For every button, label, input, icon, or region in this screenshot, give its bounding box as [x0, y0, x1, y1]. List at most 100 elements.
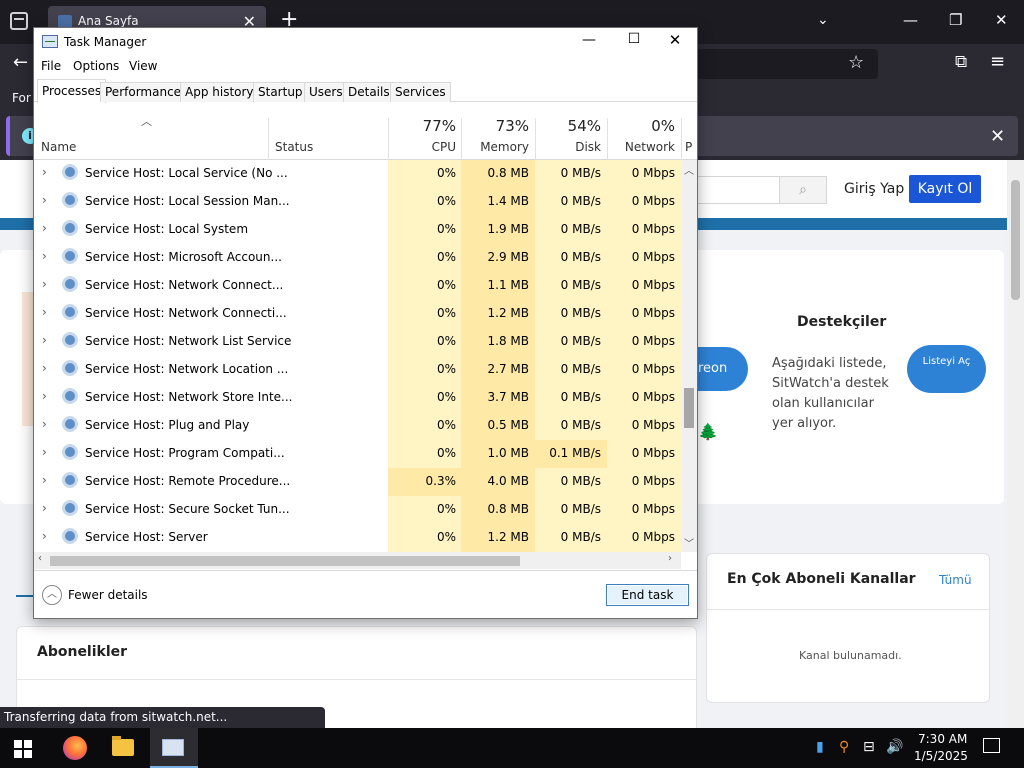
expand-chevron-icon[interactable]: › — [42, 473, 47, 487]
volume-icon[interactable]: 🔊 — [886, 739, 903, 755]
tab-performance[interactable]: Performance — [100, 82, 187, 102]
tray-app-icon[interactable]: ▮ — [816, 739, 824, 755]
process-row[interactable]: › Service Host: Network Connect... 0% 1.1 M… — [34, 272, 681, 300]
task-manager-titlebar[interactable]: Task Manager — ☐ ✕ — [34, 28, 697, 56]
tab-list-icon[interactable] — [10, 12, 28, 30]
page-scrollbar[interactable] — [1007, 160, 1024, 728]
horizontal-scroll-thumb[interactable] — [50, 556, 520, 566]
close-icon[interactable]: ✕ — [660, 31, 690, 49]
process-row[interactable]: › Service Host: Plug and Play 0% 0.5 MB 0 MB… — [34, 412, 681, 440]
process-row[interactable]: › Service Host: Local Service (No ... 0% 0.… — [34, 160, 681, 188]
taskbar-firefox[interactable] — [50, 728, 98, 768]
chevron-down-icon[interactable]: ⌄ — [817, 12, 829, 28]
tab-app-history[interactable]: App history — [180, 82, 259, 102]
process-row[interactable]: › Service Host: Network Location ... 0% 2.7… — [34, 356, 681, 384]
bookmark-star-icon[interactable]: ☆ — [848, 52, 864, 73]
expand-chevron-icon[interactable]: › — [42, 333, 47, 347]
minimize-icon[interactable]: — — [574, 32, 604, 48]
expand-chevron-icon[interactable]: › — [42, 277, 47, 291]
disk-value: 0 MB/s — [560, 166, 601, 180]
memory-value: 4.0 MB — [487, 474, 529, 488]
service-gear-icon — [62, 220, 78, 236]
browser-close-icon[interactable]: ✕ — [995, 11, 1008, 29]
horizontal-scrollbar[interactable]: ‹ › — [34, 552, 681, 569]
process-row[interactable]: › Service Host: Local Session Man... 0% 1.4… — [34, 188, 681, 216]
process-row[interactable]: › Service Host: Server 0% 1.2 MB 0 MB/s 0 Mbp… — [34, 524, 681, 552]
column-separator[interactable] — [268, 118, 269, 160]
process-row[interactable]: › Service Host: Local System 0% 1.9 MB 0 MB/… — [34, 216, 681, 244]
column-separator[interactable] — [681, 118, 682, 160]
end-task-button[interactable]: End task — [606, 584, 689, 606]
login-link[interactable]: Giriş Yap — [844, 181, 904, 197]
expand-chevron-icon[interactable]: › — [42, 305, 47, 319]
notification-close-icon[interactable]: ✕ — [990, 126, 1005, 147]
scroll-down-icon[interactable]: ﹀ — [684, 535, 694, 550]
column-memory[interactable]: Memory — [461, 140, 529, 154]
tab-startup[interactable]: Startup — [253, 82, 308, 102]
menu-view[interactable]: View — [129, 59, 157, 73]
tab-services[interactable]: Services — [390, 82, 451, 102]
process-row[interactable]: › Service Host: Network Connecti... 0% 1.2 … — [34, 300, 681, 328]
tab-processes[interactable]: Processes — [37, 79, 107, 103]
expand-chevron-icon[interactable]: › — [42, 193, 47, 207]
browser-minimize-icon[interactable]: — — [903, 11, 918, 29]
expand-chevron-icon[interactable]: › — [42, 361, 47, 375]
expand-chevron-icon[interactable]: › — [42, 445, 47, 459]
expand-chevron-icon[interactable]: › — [42, 501, 47, 515]
expand-chevron-icon[interactable]: › — [42, 165, 47, 179]
process-row[interactable]: › Service Host: Microsoft Accoun... 0% 2.9 … — [34, 244, 681, 272]
expand-chevron-icon[interactable]: › — [42, 249, 47, 263]
column-name[interactable]: Name — [41, 140, 76, 154]
taskbar-task-manager[interactable] — [150, 728, 198, 768]
chevron-up-icon[interactable]: ︿ — [42, 585, 62, 605]
column-cpu[interactable]: CPU — [388, 140, 456, 154]
bookmark-item[interactable]: For — [12, 91, 31, 105]
process-row[interactable]: › Service Host: Network List Service 0% 1.8… — [34, 328, 681, 356]
open-list-button[interactable]: Listeyi Aç — [907, 345, 986, 393]
tab-users[interactable]: Users — [304, 82, 348, 102]
memory-value: 1.1 MB — [487, 278, 529, 292]
menu-options[interactable]: Options — [73, 59, 119, 73]
process-row[interactable]: › Service Host: Remote Procedure... 0.3% 4.… — [34, 468, 681, 496]
network-value: 0 Mbps — [631, 390, 675, 404]
scroll-left-icon[interactable]: ‹ — [38, 553, 42, 564]
register-button[interactable]: Kayıt Ol — [909, 175, 981, 203]
patreon-button[interactable]: reon — [690, 347, 748, 391]
vertical-scroll-thumb[interactable] — [684, 388, 694, 428]
column-disk[interactable]: Disk — [535, 140, 601, 154]
search-tray-icon[interactable]: ⚲ — [839, 739, 849, 755]
vertical-scrollbar[interactable]: ︿ ﹀ — [681, 160, 697, 552]
page-scroll-thumb[interactable] — [1011, 180, 1020, 300]
expand-chevron-icon[interactable]: › — [42, 389, 47, 403]
column-network[interactable]: Network — [607, 140, 675, 154]
cpu-value: 0% — [436, 250, 456, 264]
expand-chevron-icon[interactable]: › — [42, 221, 47, 235]
fewer-details-link[interactable]: Fewer details — [68, 588, 148, 602]
network-icon[interactable]: ⊟ — [863, 739, 875, 755]
hamburger-menu-icon[interactable]: ≡ — [990, 51, 1005, 72]
maximize-icon[interactable]: ☐ — [619, 31, 649, 47]
network-value: 0 Mbps — [631, 334, 675, 348]
taskbar-file-explorer[interactable] — [100, 728, 148, 768]
process-row[interactable]: › Service Host: Program Compati... 0% 1.0 M… — [34, 440, 681, 468]
tab-details[interactable]: Details — [343, 82, 395, 102]
notification-center-icon[interactable] — [983, 738, 1000, 753]
column-power[interactable]: P — [685, 140, 695, 154]
column-status[interactable]: Status — [275, 140, 313, 154]
scroll-right-icon[interactable]: › — [668, 553, 672, 564]
windows-start-icon[interactable] — [14, 740, 32, 758]
search-icon[interactable]: ⌕ — [779, 176, 827, 204]
clock-date[interactable]: 1/5/2025 — [914, 749, 974, 763]
menu-file[interactable]: File — [41, 59, 61, 73]
sort-arrow-icon: ︿ — [141, 115, 152, 128]
scroll-up-icon[interactable]: ︿ — [684, 162, 694, 177]
clock-time[interactable]: 7:30 AM — [918, 732, 978, 746]
process-row[interactable]: › Service Host: Secure Socket Tun... 0% 0.8… — [34, 496, 681, 524]
extensions-icon[interactable]: ⧉ — [955, 52, 967, 72]
process-row[interactable]: › Service Host: Network Store Inte... 0% 3.… — [34, 384, 681, 412]
view-all-link[interactable]: Tümü — [939, 573, 972, 587]
back-arrow-icon[interactable]: ← — [13, 52, 28, 73]
browser-restore-icon[interactable]: ❐ — [949, 11, 962, 29]
expand-chevron-icon[interactable]: › — [42, 417, 47, 431]
expand-chevron-icon[interactable]: › — [42, 529, 47, 543]
